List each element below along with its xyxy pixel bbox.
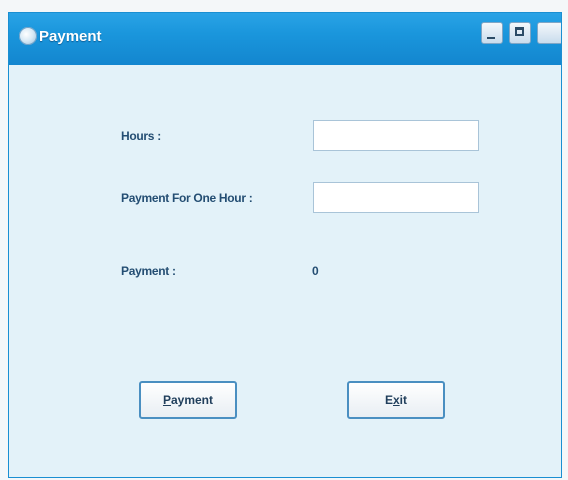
window-title: Payment bbox=[39, 28, 102, 45]
minimize-button[interactable] bbox=[481, 22, 503, 44]
title-bar[interactable]: Payment bbox=[9, 13, 561, 65]
hours-label: Hours : bbox=[121, 129, 161, 143]
payment-value: 0 bbox=[312, 264, 319, 278]
form-area: Hours : Payment For One Hour : Payment :… bbox=[9, 65, 561, 477]
app-icon bbox=[19, 27, 37, 45]
payment-button-mnemonic: P bbox=[162, 393, 171, 407]
rate-input[interactable] bbox=[313, 182, 479, 213]
maximize-button[interactable] bbox=[509, 22, 531, 44]
close-button[interactable] bbox=[537, 22, 561, 44]
payment-button[interactable]: Payment bbox=[139, 381, 237, 419]
hours-input[interactable] bbox=[313, 120, 479, 151]
exit-button-label-start: E bbox=[384, 393, 393, 407]
payment-label: Payment : bbox=[121, 264, 176, 278]
payment-button-label: ayment bbox=[170, 393, 214, 407]
exit-button[interactable]: Ex it bbox=[347, 381, 445, 419]
exit-button-mnemonic: x bbox=[392, 393, 400, 407]
exit-button-label-end: it bbox=[399, 393, 408, 407]
rate-label: Payment For One Hour : bbox=[121, 191, 253, 205]
payment-window: Payment Hours : Payment For One Hour : P… bbox=[8, 12, 562, 478]
